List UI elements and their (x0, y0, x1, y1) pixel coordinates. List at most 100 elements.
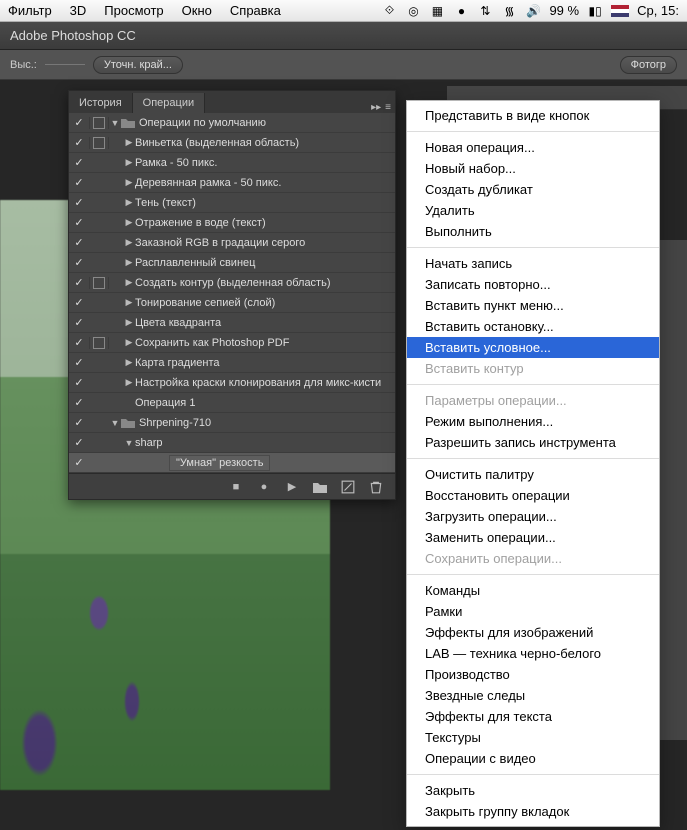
menu-item[interactable]: Записать повторно... (407, 274, 659, 295)
disclosure-triangle-icon[interactable]: ▼ (109, 418, 121, 428)
menu-item[interactable]: Рамки (407, 601, 659, 622)
toggle-check-icon[interactable] (69, 196, 89, 209)
menu-item[interactable]: Удалить (407, 200, 659, 221)
disclosure-triangle-icon[interactable]: ▶ (123, 217, 135, 228)
panel-menu-icon[interactable]: ≡ (385, 102, 391, 113)
action-row[interactable]: ▼Shrpening-710 (69, 413, 395, 433)
actions-list[interactable]: ▼Операции по умолчанию▶Виньетка (выделен… (69, 113, 395, 473)
workspace-button[interactable]: Фотогр (620, 56, 677, 74)
toggle-check-icon[interactable] (69, 376, 89, 389)
menu-view[interactable]: Просмотр (104, 3, 163, 18)
toggle-check-icon[interactable] (69, 416, 89, 429)
menu-filter[interactable]: Фильтр (8, 3, 52, 18)
menu-item[interactable]: Эффекты для изображений (407, 622, 659, 643)
action-row[interactable]: ▶Цвета квадранта (69, 313, 395, 333)
disclosure-triangle-icon[interactable]: ▶ (123, 377, 135, 388)
toggle-check-icon[interactable] (69, 356, 89, 369)
action-row[interactable]: ▶Настройка краски клонирования для микс-… (69, 373, 395, 393)
tab-actions[interactable]: Операции (133, 93, 205, 113)
action-row[interactable]: ▶Рамка - 50 пикс. (69, 153, 395, 173)
action-row[interactable]: ▶Виньетка (выделенная область) (69, 133, 395, 153)
disclosure-triangle-icon[interactable]: ▶ (123, 237, 135, 248)
refine-edge-button[interactable]: Уточн. край... (93, 56, 183, 74)
wifi-icon[interactable]: ᯾ (501, 3, 517, 19)
toggle-check-icon[interactable] (69, 316, 89, 329)
action-row[interactable]: ▶Тонирование сепией (слой) (69, 293, 395, 313)
disclosure-triangle-icon[interactable]: ▶ (123, 317, 135, 328)
action-row[interactable]: ▶Отражение в воде (текст) (69, 213, 395, 233)
right-panel-collapsed-side[interactable] (659, 240, 687, 740)
menu-3d[interactable]: 3D (70, 3, 87, 18)
toggle-check-icon[interactable] (69, 336, 89, 349)
action-row[interactable]: ▶Сохранить как Photoshop PDF (69, 333, 395, 353)
menu-item[interactable]: Начать запись (407, 253, 659, 274)
menu-item[interactable]: Восстановить операции (407, 485, 659, 506)
height-input[interactable] (45, 64, 85, 65)
disclosure-triangle-icon[interactable]: ▶ (123, 357, 135, 368)
toggle-check-icon[interactable] (69, 296, 89, 309)
flag-icon[interactable] (611, 5, 629, 17)
disclosure-triangle-icon[interactable]: ▶ (123, 157, 135, 168)
toggle-check-icon[interactable] (69, 116, 89, 129)
panel-collapse-icon[interactable]: ▸▸ (371, 102, 381, 113)
tab-history[interactable]: История (69, 93, 133, 113)
new-set-icon[interactable] (313, 480, 327, 494)
disclosure-triangle-icon[interactable]: ▶ (123, 277, 135, 288)
disclosure-triangle-icon[interactable]: ▶ (123, 337, 135, 348)
menu-item[interactable]: LAB — техника черно-белого (407, 643, 659, 664)
action-row[interactable]: ▶Создать контур (выделенная область) (69, 273, 395, 293)
drop-icon[interactable]: ● (453, 3, 469, 19)
new-action-icon[interactable] (341, 480, 355, 494)
menu-item[interactable]: Режим выполнения... (407, 411, 659, 432)
menu-item[interactable]: Очистить палитру (407, 464, 659, 485)
toggle-check-icon[interactable] (69, 156, 89, 169)
toggle-check-icon[interactable] (69, 276, 89, 289)
toggle-check-icon[interactable] (69, 136, 89, 149)
updown-icon[interactable]: ⇅ (477, 3, 493, 19)
menu-item[interactable]: Звездные следы (407, 685, 659, 706)
menu-item[interactable]: Новый набор... (407, 158, 659, 179)
trash-icon[interactable] (369, 480, 383, 494)
cc-icon[interactable]: ◎ (405, 3, 421, 19)
action-row[interactable]: "Умная" резкость (69, 453, 395, 473)
stop-icon[interactable]: ■ (229, 480, 243, 494)
toggle-check-icon[interactable] (69, 216, 89, 229)
menu-item[interactable]: Операции с видео (407, 748, 659, 769)
action-row[interactable]: ▶Заказной RGB в градации серого (69, 233, 395, 253)
menu-help[interactable]: Справка (230, 3, 281, 18)
menu-item[interactable]: Заменить операции... (407, 527, 659, 548)
menu-item[interactable]: Производство (407, 664, 659, 685)
disclosure-triangle-icon[interactable]: ▶ (123, 257, 135, 268)
play-icon[interactable]: ▶ (285, 480, 299, 494)
sound-icon[interactable]: 🔊 (525, 3, 541, 19)
menu-window[interactable]: Окно (182, 3, 212, 18)
menu-item[interactable]: Закрыть группу вкладок (407, 801, 659, 822)
disclosure-triangle-icon[interactable]: ▶ (123, 137, 135, 148)
toggle-check-icon[interactable] (69, 176, 89, 189)
action-row[interactable]: ▶Деревянная рамка - 50 пикс. (69, 173, 395, 193)
disclosure-triangle-icon[interactable]: ▼ (123, 438, 135, 448)
toggle-check-icon[interactable] (69, 456, 89, 469)
toggle-check-icon[interactable] (69, 396, 89, 409)
disclosure-triangle-icon[interactable]: ▶ (123, 177, 135, 188)
grid-icon[interactable]: ▦ (429, 3, 445, 19)
menu-item[interactable]: Вставить остановку... (407, 316, 659, 337)
action-row[interactable]: Операция 1 (69, 393, 395, 413)
menu-item[interactable]: Эффекты для текста (407, 706, 659, 727)
action-row[interactable]: ▶Карта градиента (69, 353, 395, 373)
menu-item[interactable]: Вставить пункт меню... (407, 295, 659, 316)
menu-item[interactable]: Представить в виде кнопок (407, 105, 659, 126)
action-row[interactable]: ▼sharp (69, 433, 395, 453)
disclosure-triangle-icon[interactable]: ▼ (109, 118, 121, 128)
panel-flyout-menu[interactable]: Представить в виде кнопокНовая операция.… (406, 100, 660, 827)
dialog-toggle-icon[interactable] (89, 117, 109, 129)
record-icon[interactable]: ● (257, 480, 271, 494)
disclosure-triangle-icon[interactable]: ▶ (123, 297, 135, 308)
menu-item[interactable]: Выполнить (407, 221, 659, 242)
action-row[interactable]: ▶Тень (текст) (69, 193, 395, 213)
menu-item[interactable]: Загрузить операции... (407, 506, 659, 527)
dialog-toggle-icon[interactable] (89, 337, 109, 349)
disclosure-triangle-icon[interactable]: ▶ (123, 197, 135, 208)
toggle-check-icon[interactable] (69, 436, 89, 449)
action-row[interactable]: ▼Операции по умолчанию (69, 113, 395, 133)
